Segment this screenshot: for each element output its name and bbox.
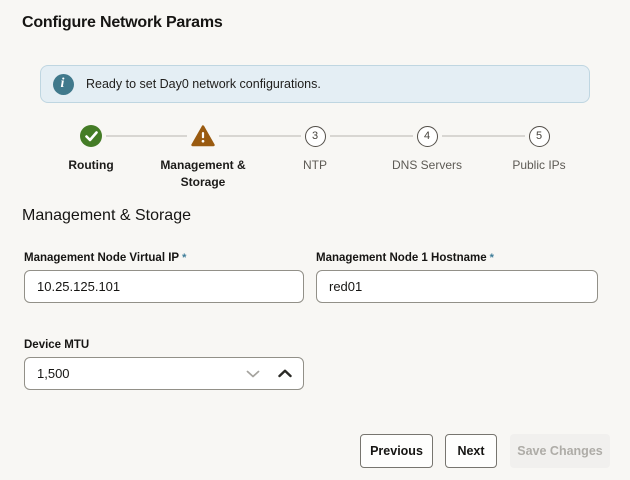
field-label: Management Node 1 Hostname* [316,252,598,264]
info-icon: i [53,74,74,95]
management-node-1-hostname-input[interactable] [316,270,598,303]
step-number-circle: 4 [413,124,442,148]
required-asterisk: * [490,252,494,264]
chevron-down-icon [246,370,260,378]
step-label: DNS Servers [392,157,462,174]
management-node-1-hostname-field: Management Node 1 Hostname* [316,252,598,303]
step-label: NTP [303,157,327,174]
previous-button[interactable]: Previous [360,434,433,468]
step-public-ips[interactable]: 5 Public IPs [483,124,595,191]
step-number-circle: 3 [301,124,330,148]
step-management-storage[interactable]: Management & Storage [147,124,259,191]
device-mtu-field: Device MTU [24,339,304,390]
step-ntp[interactable]: 3 NTP [259,124,371,191]
next-button[interactable]: Next [445,434,497,468]
wizard-stepper: Routing Management & Storage 3 NTP [35,124,595,188]
save-changes-button: Save Changes [510,434,610,468]
mtu-decrement-button[interactable] [238,357,268,390]
required-asterisk: * [182,252,186,264]
check-circle-icon [76,124,106,148]
mtu-increment-button[interactable] [270,357,300,390]
step-dns-servers[interactable]: 4 DNS Servers [371,124,483,191]
chevron-up-icon [278,369,292,378]
field-label: Device MTU [24,339,304,351]
warning-triangle-icon [187,124,219,148]
step-label: Routing [68,157,113,174]
page-title: Configure Network Params [22,14,223,32]
management-node-virtual-ip-input[interactable] [24,270,304,303]
step-label: Management & Storage [150,157,256,191]
section-heading: Management & Storage [22,207,191,225]
step-number-circle: 5 [525,124,554,148]
field-label: Management Node Virtual IP* [24,252,304,264]
info-banner: i Ready to set Day0 network configuratio… [40,65,590,103]
info-banner-text: Ready to set Day0 network configurations… [86,77,321,91]
step-label: Public IPs [512,157,565,174]
step-routing[interactable]: Routing [35,124,147,191]
management-node-virtual-ip-field: Management Node Virtual IP* [24,252,304,303]
configure-network-params-page: Configure Network Params i Ready to set … [0,0,630,480]
